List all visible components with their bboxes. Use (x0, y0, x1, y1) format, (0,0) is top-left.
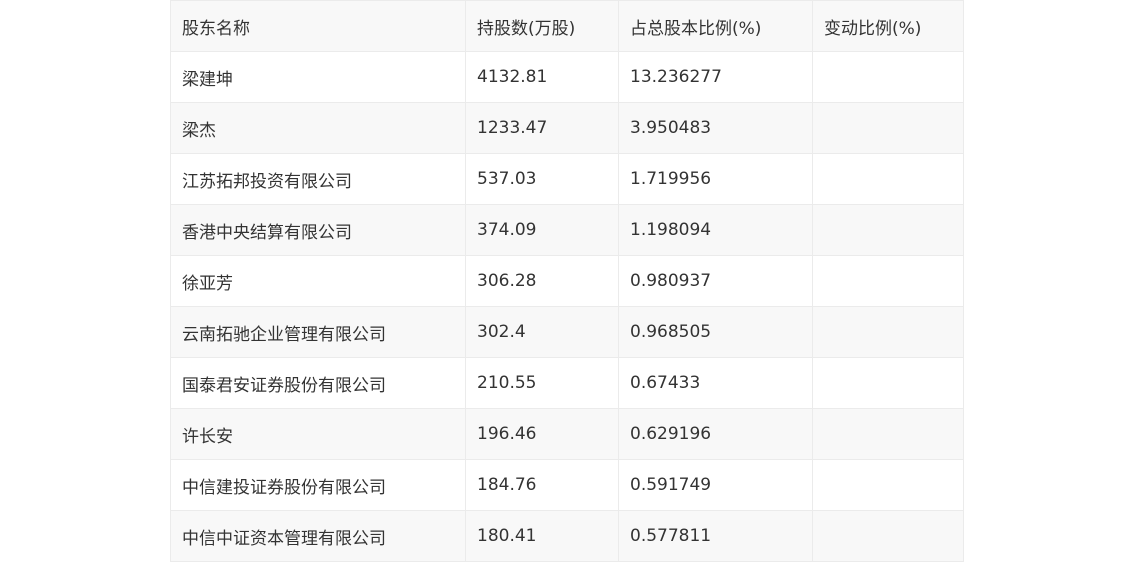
change-ratio (812, 51, 964, 103)
table-row: 梁杰 1233.47 3.950483 (170, 102, 964, 154)
header-change-ratio: 变动比例(%) (812, 0, 964, 52)
shares-held: 1233.47 (465, 102, 619, 154)
share-ratio: 0.577811 (618, 510, 813, 562)
table-row: 香港中央结算有限公司 374.09 1.198094 (170, 204, 964, 256)
shareholder-name: 许长安 (170, 408, 466, 460)
table-body: 梁建坤 4132.81 13.236277 梁杰 1233.47 3.95048… (170, 51, 964, 562)
shares-held: 180.41 (465, 510, 619, 562)
shareholder-name: 徐亚芳 (170, 255, 466, 307)
shareholder-name: 中信建投证券股份有限公司 (170, 459, 466, 511)
share-ratio: 1.719956 (618, 153, 813, 205)
shareholder-name: 梁杰 (170, 102, 466, 154)
share-ratio: 0.591749 (618, 459, 813, 511)
shares-held: 374.09 (465, 204, 619, 256)
share-ratio: 13.236277 (618, 51, 813, 103)
share-ratio: 1.198094 (618, 204, 813, 256)
table-row: 许长安 196.46 0.629196 (170, 408, 964, 460)
change-ratio (812, 357, 964, 409)
shareholder-name: 江苏拓邦投资有限公司 (170, 153, 466, 205)
shares-held: 184.76 (465, 459, 619, 511)
table-row: 梁建坤 4132.81 13.236277 (170, 51, 964, 103)
table-row: 中信建投证券股份有限公司 184.76 0.591749 (170, 459, 964, 511)
header-shares-held: 持股数(万股) (465, 0, 619, 52)
header-share-ratio: 占总股本比例(%) (618, 0, 813, 52)
shareholder-name: 香港中央结算有限公司 (170, 204, 466, 256)
header-row: 股东名称 持股数(万股) 占总股本比例(%) 变动比例(%) (170, 0, 964, 52)
table-row: 徐亚芳 306.28 0.980937 (170, 255, 964, 307)
change-ratio (812, 204, 964, 256)
shares-held: 302.4 (465, 306, 619, 358)
shares-held: 210.55 (465, 357, 619, 409)
table-row: 国泰君安证券股份有限公司 210.55 0.67433 (170, 357, 964, 409)
change-ratio (812, 306, 964, 358)
change-ratio (812, 408, 964, 460)
shareholder-name: 中信中证资本管理有限公司 (170, 510, 466, 562)
shares-held: 537.03 (465, 153, 619, 205)
shareholder-name: 云南拓驰企业管理有限公司 (170, 306, 466, 358)
change-ratio (812, 510, 964, 562)
share-ratio: 0.980937 (618, 255, 813, 307)
header-shareholder-name: 股东名称 (170, 0, 466, 52)
table-row: 中信中证资本管理有限公司 180.41 0.577811 (170, 510, 964, 562)
shareholder-table-container: 股东名称 持股数(万股) 占总股本比例(%) 变动比例(%) 梁建坤 4132.… (170, 0, 964, 562)
change-ratio (812, 102, 964, 154)
table-row: 江苏拓邦投资有限公司 537.03 1.719956 (170, 153, 964, 205)
share-ratio: 0.67433 (618, 357, 813, 409)
change-ratio (812, 255, 964, 307)
share-ratio: 0.968505 (618, 306, 813, 358)
change-ratio (812, 459, 964, 511)
table-header: 股东名称 持股数(万股) 占总股本比例(%) 变动比例(%) (170, 0, 964, 52)
change-ratio (812, 153, 964, 205)
shareholder-name: 国泰君安证券股份有限公司 (170, 357, 466, 409)
shares-held: 4132.81 (465, 51, 619, 103)
shareholder-table: 股东名称 持股数(万股) 占总股本比例(%) 变动比例(%) 梁建坤 4132.… (170, 0, 964, 562)
shares-held: 196.46 (465, 408, 619, 460)
share-ratio: 3.950483 (618, 102, 813, 154)
share-ratio: 0.629196 (618, 408, 813, 460)
shareholder-name: 梁建坤 (170, 51, 466, 103)
shares-held: 306.28 (465, 255, 619, 307)
table-row: 云南拓驰企业管理有限公司 302.4 0.968505 (170, 306, 964, 358)
